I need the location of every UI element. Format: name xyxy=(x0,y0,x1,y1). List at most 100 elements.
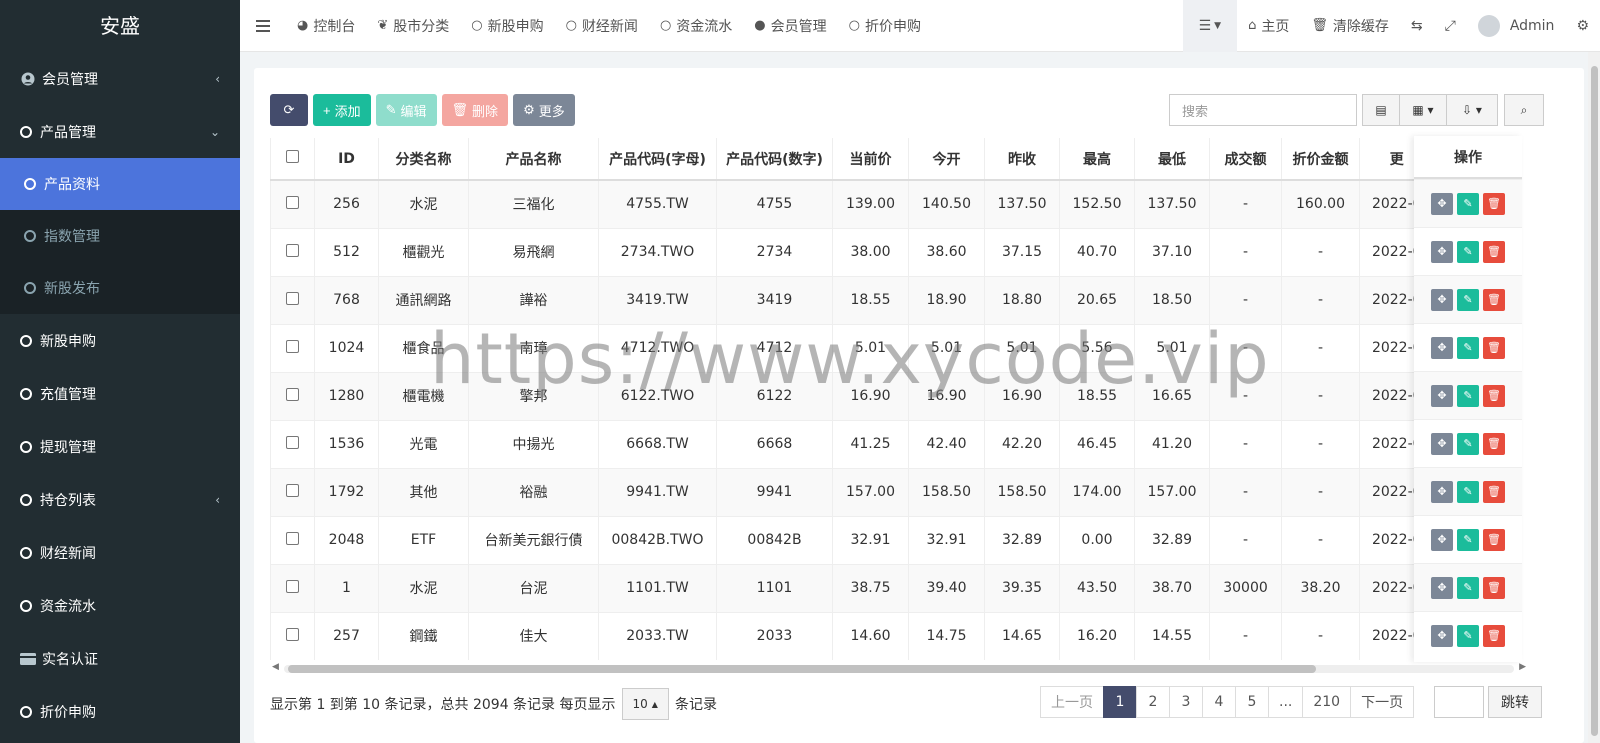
row-checkbox[interactable] xyxy=(270,563,315,612)
table-row[interactable]: 2048 ETF 台新美元銀行債 00842B.TWO 00842B 32.91 32.91… xyxy=(270,515,1434,564)
search-button[interactable]: ⌕ xyxy=(1504,94,1544,126)
page-jump-input[interactable] xyxy=(1434,686,1484,718)
column-header[interactable]: 成交额 xyxy=(1209,138,1282,181)
next-page-button[interactable]: 下一页 xyxy=(1350,686,1415,718)
topnav-news[interactable]: ○ 财经新闻 xyxy=(555,0,649,52)
refresh-button[interactable]: ⟳ xyxy=(270,94,308,126)
column-header[interactable]: 产品代码(字母) xyxy=(598,138,717,181)
column-header[interactable]: 折价金额 xyxy=(1281,138,1360,181)
delete-icon[interactable]: 🗑 xyxy=(1483,576,1505,599)
fullscreen-icon[interactable]: ⤢ xyxy=(1434,0,1467,52)
table-row[interactable]: 257 鋼鐵 佳大 2033.TW 2033 14.60 14.75 14.65 16.20 14… xyxy=(270,611,1434,660)
translate-icon[interactable]: ⇆ xyxy=(1400,0,1434,52)
column-header[interactable]: ID xyxy=(314,138,379,181)
column-header[interactable]: 产品代码(数字) xyxy=(716,138,833,181)
row-checkbox[interactable] xyxy=(270,179,315,228)
page-button[interactable]: 210 xyxy=(1302,686,1352,718)
page-jump-button[interactable]: 跳转 xyxy=(1488,686,1542,718)
user-menu[interactable]: Admin xyxy=(1467,0,1566,52)
delete-icon[interactable]: 🗑 xyxy=(1483,336,1505,359)
add-button[interactable]: + 添加 xyxy=(313,94,371,126)
sidebar-subitem-ipo-publish[interactable]: 新股发布 xyxy=(0,262,240,314)
move-icon[interactable]: ✥ xyxy=(1431,528,1453,551)
column-header[interactable]: 当前价 xyxy=(832,138,909,181)
columns-button[interactable]: ▦ ▾ xyxy=(1399,94,1447,126)
move-icon[interactable]: ✥ xyxy=(1431,624,1453,647)
move-icon[interactable]: ✥ xyxy=(1431,480,1453,503)
export-button[interactable]: ⇩ ▾ xyxy=(1446,94,1498,126)
move-icon[interactable]: ✥ xyxy=(1431,288,1453,311)
edit-icon[interactable]: ✎ xyxy=(1457,432,1479,455)
search-input[interactable]: 搜索 xyxy=(1169,94,1357,126)
page-button[interactable]: 2 xyxy=(1136,686,1170,718)
page-button[interactable]: 5 xyxy=(1235,686,1269,718)
row-checkbox[interactable] xyxy=(270,275,315,324)
edit-icon[interactable]: ✎ xyxy=(1457,480,1479,503)
edit-button[interactable]: ✎ 编辑 xyxy=(375,94,437,126)
move-icon[interactable]: ✥ xyxy=(1431,432,1453,455)
move-icon[interactable]: ✥ xyxy=(1431,576,1453,599)
row-checkbox[interactable] xyxy=(270,227,315,276)
topnav-members[interactable]: ● 会员管理 xyxy=(743,0,837,52)
page-size-select[interactable]: 10 ▲ xyxy=(621,688,669,720)
sidebar-subitem-index[interactable]: 指数管理 xyxy=(0,210,240,262)
topnav-dashboard[interactable]: ◕ 控制台 xyxy=(286,0,366,52)
delete-icon[interactable]: 🗑 xyxy=(1483,240,1505,263)
delete-icon[interactable]: 🗑 xyxy=(1483,480,1505,503)
column-header[interactable]: 分类名称 xyxy=(378,138,469,181)
edit-icon[interactable]: ✎ xyxy=(1457,240,1479,263)
row-checkbox[interactable] xyxy=(270,467,315,516)
table-row[interactable]: 512 櫃觀光 易飛網 2734.TWO 2734 38.00 38.60 37.15 40.7… xyxy=(270,227,1434,276)
sidebar-item-members[interactable]: 会员管理 ‹ xyxy=(0,52,240,105)
table-row[interactable]: 1792 其他 裕融 9941.TW 9941 157.00 158.50 158.50 174… xyxy=(270,467,1434,516)
column-header[interactable]: 最低 xyxy=(1134,138,1210,181)
sidebar-item-recharge[interactable]: 充值管理 xyxy=(0,367,240,420)
column-header[interactable]: 产品名称 xyxy=(468,138,599,181)
table-row[interactable]: 1536 光電 中揚光 6668.TW 6668 41.25 42.40 42.20 46.45… xyxy=(270,419,1434,468)
sidebar-item-fund-flow[interactable]: 资金流水 xyxy=(0,579,240,632)
delete-button[interactable]: 🗑 删除 xyxy=(441,94,509,126)
move-icon[interactable]: ✥ xyxy=(1431,192,1453,215)
row-checkbox[interactable] xyxy=(270,611,315,660)
delete-icon[interactable]: 🗑 xyxy=(1483,384,1505,407)
prev-page-button[interactable]: 上一页 xyxy=(1040,686,1104,718)
topnav-discount[interactable]: ○ 折价申购 xyxy=(838,0,932,52)
edit-icon[interactable]: ✎ xyxy=(1457,288,1479,311)
menu-toggle-icon[interactable] xyxy=(240,0,286,52)
column-header[interactable]: 昨收 xyxy=(984,138,1060,181)
delete-icon[interactable]: 🗑 xyxy=(1483,528,1505,551)
app-logo[interactable]: 安盛 xyxy=(0,0,240,52)
select-all-checkbox[interactable] xyxy=(270,138,315,181)
row-checkbox[interactable] xyxy=(270,323,315,372)
column-header[interactable]: 最高 xyxy=(1059,138,1135,181)
table-row[interactable]: 1024 櫃食品 南璋 4712.TWO 4712 5.01 5.01 5.01 5.56 5.0… xyxy=(270,323,1434,372)
delete-icon[interactable]: 🗑 xyxy=(1483,624,1505,647)
table-row[interactable]: 1 水泥 台泥 1101.TW 1101 38.75 39.40 39.35 43.50 38.7… xyxy=(270,563,1434,612)
sidebar-item-ipo[interactable]: 新股申购 xyxy=(0,314,240,367)
table-row[interactable]: 256 水泥 三福化 4755.TW 4755 139.00 140.50 137.50 152… xyxy=(270,179,1434,228)
edit-icon[interactable]: ✎ xyxy=(1457,336,1479,359)
row-checkbox[interactable] xyxy=(270,419,315,468)
table-row[interactable]: 1280 櫃電機 擎邦 6122.TWO 6122 16.90 16.90 16.90 18.5… xyxy=(270,371,1434,420)
move-icon[interactable]: ✥ xyxy=(1431,240,1453,263)
sidebar-item-positions[interactable]: 持仓列表 ‹ xyxy=(0,473,240,526)
vertical-scrollbar[interactable] xyxy=(1588,52,1600,743)
delete-icon[interactable]: 🗑 xyxy=(1483,432,1505,455)
edit-icon[interactable]: ✎ xyxy=(1457,576,1479,599)
sidebar-item-discount[interactable]: 折价申购 xyxy=(0,685,240,738)
sidebar-item-verification[interactable]: 实名认证 xyxy=(0,632,240,685)
edit-icon[interactable]: ✎ xyxy=(1457,384,1479,407)
edit-icon[interactable]: ✎ xyxy=(1457,624,1479,647)
more-menu-button[interactable]: ☰ ▼ xyxy=(1182,0,1238,52)
delete-icon[interactable]: 🗑 xyxy=(1483,192,1505,215)
page-button[interactable]: 4 xyxy=(1202,686,1236,718)
topnav-fund-flow[interactable]: ○ 资金流水 xyxy=(649,0,743,52)
page-button[interactable]: 3 xyxy=(1169,686,1203,718)
delete-icon[interactable]: 🗑 xyxy=(1483,288,1505,311)
horizontal-scrollbar[interactable]: ◀ ▶ xyxy=(270,662,1528,674)
topnav-stock-categories[interactable]: ❦ 股市分类 xyxy=(366,0,460,52)
scroll-left-icon[interactable]: ◀ xyxy=(272,662,279,672)
row-checkbox[interactable] xyxy=(270,515,315,564)
edit-icon[interactable]: ✎ xyxy=(1457,192,1479,215)
table-row[interactable]: 768 通訊網路 譁裕 3419.TW 3419 18.55 18.90 18.80 20.65… xyxy=(270,275,1434,324)
